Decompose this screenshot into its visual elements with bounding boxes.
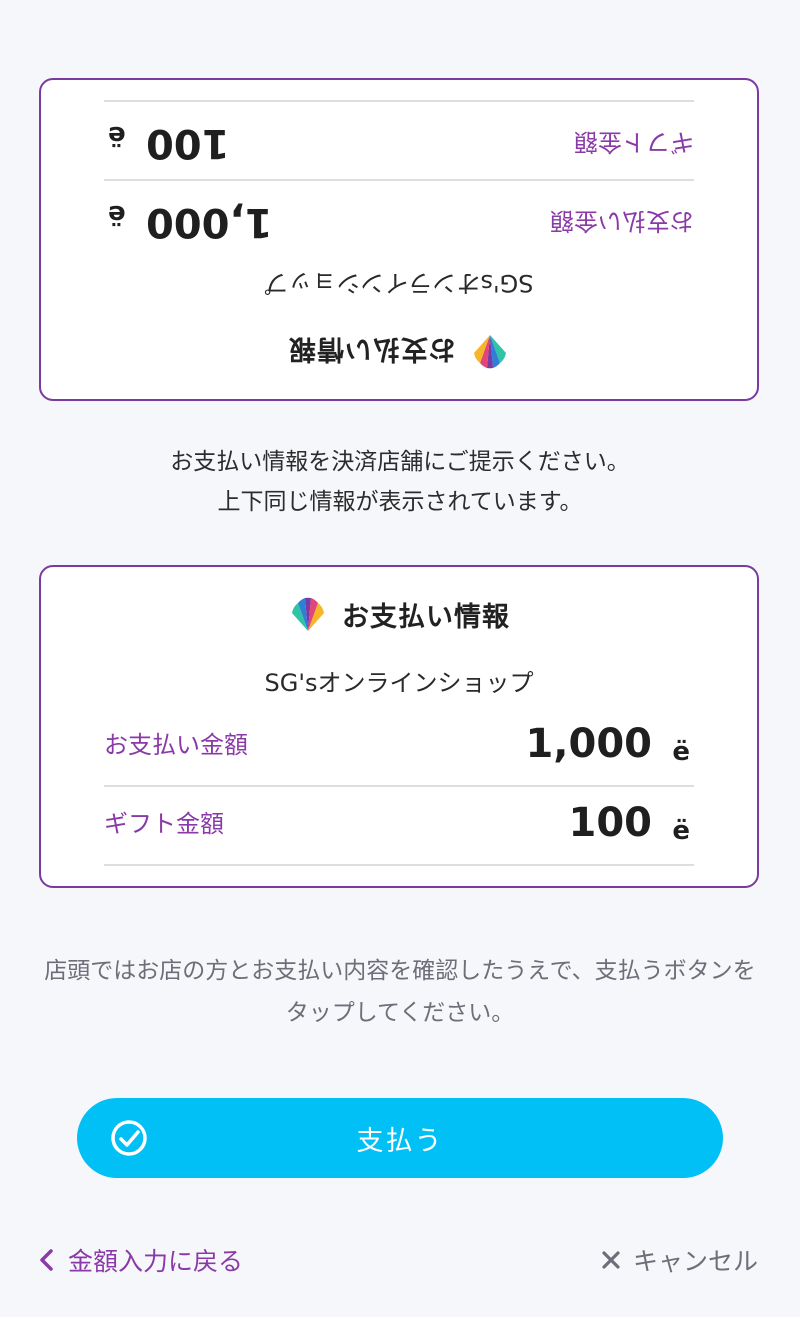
cancel-link[interactable]: キャンセル bbox=[601, 1238, 758, 1282]
instruction-line-2: 上下同じ情報が表示されています。 bbox=[217, 489, 583, 515]
currency-unit: ë bbox=[108, 120, 126, 150]
currency-unit: ë bbox=[672, 816, 690, 846]
brand-shell-icon bbox=[292, 597, 324, 631]
instruction-line-1: お支払い情報を決済店舗にご提示ください。 bbox=[170, 449, 630, 475]
gift-value: 100 bbox=[146, 120, 230, 166]
gift-row: ギフト金額 100 ë bbox=[104, 100, 694, 180]
amount-value: 1,000 bbox=[146, 199, 273, 245]
gift-value: 100 bbox=[568, 800, 653, 846]
currency-unit: ë bbox=[108, 199, 126, 229]
card-title: お支払い情報 bbox=[41, 593, 757, 635]
amount-row: お支払い金額 1,000 ë bbox=[104, 179, 694, 259]
pay-button[interactable]: 支払う bbox=[77, 1098, 723, 1178]
instruction-text: お支払い情報を決済店舗にご提示ください。 上下同じ情報が表示されています。 bbox=[0, 442, 800, 522]
gift-row: ギフト金額 100 ë bbox=[104, 786, 694, 866]
shop-name: SG'sオンラインショップ bbox=[264, 669, 534, 697]
card-title-text: お支払い情報 bbox=[288, 333, 456, 365]
payment-info-card: お支払い情報 SG'sオンラインショップ お支払い金額 1,000 ë ギフト金… bbox=[39, 565, 759, 888]
brand-shell-icon bbox=[474, 335, 506, 369]
card-title-text: お支払い情報 bbox=[342, 601, 510, 633]
cancel-link-label: キャンセル bbox=[632, 1247, 758, 1276]
gift-label: ギフト金額 bbox=[574, 128, 694, 156]
gift-label: ギフト金額 bbox=[104, 810, 224, 838]
amount-label: お支払い金額 bbox=[550, 207, 694, 235]
back-to-amount-link[interactable]: 金額入力に戻る bbox=[38, 1238, 243, 1282]
amount-label: お支払い金額 bbox=[104, 731, 248, 759]
shop-name: SG'sオンラインショップ bbox=[264, 269, 534, 297]
amount-row: お支払い金額 1,000 ë bbox=[104, 707, 694, 787]
chevron-left-icon bbox=[40, 1249, 53, 1271]
currency-unit: ë bbox=[672, 737, 690, 767]
back-link-label: 金額入力に戻る bbox=[68, 1247, 244, 1276]
payment-info-card-flipped: お支払い情報 SG'sオンラインショップ お支払い金額 1,000 ë ギフト金… bbox=[39, 78, 759, 401]
amount-value: 1,000 bbox=[525, 721, 652, 767]
close-icon bbox=[602, 1251, 620, 1269]
check-circle-icon bbox=[111, 1120, 147, 1156]
card-title: お支払い情報 bbox=[41, 331, 757, 373]
confirmation-note: 店頭ではお店の方とお支払い内容を確認したうえで、支払うボタンをタップしてください… bbox=[44, 958, 756, 1026]
pay-button-label: 支払う bbox=[356, 1125, 444, 1156]
